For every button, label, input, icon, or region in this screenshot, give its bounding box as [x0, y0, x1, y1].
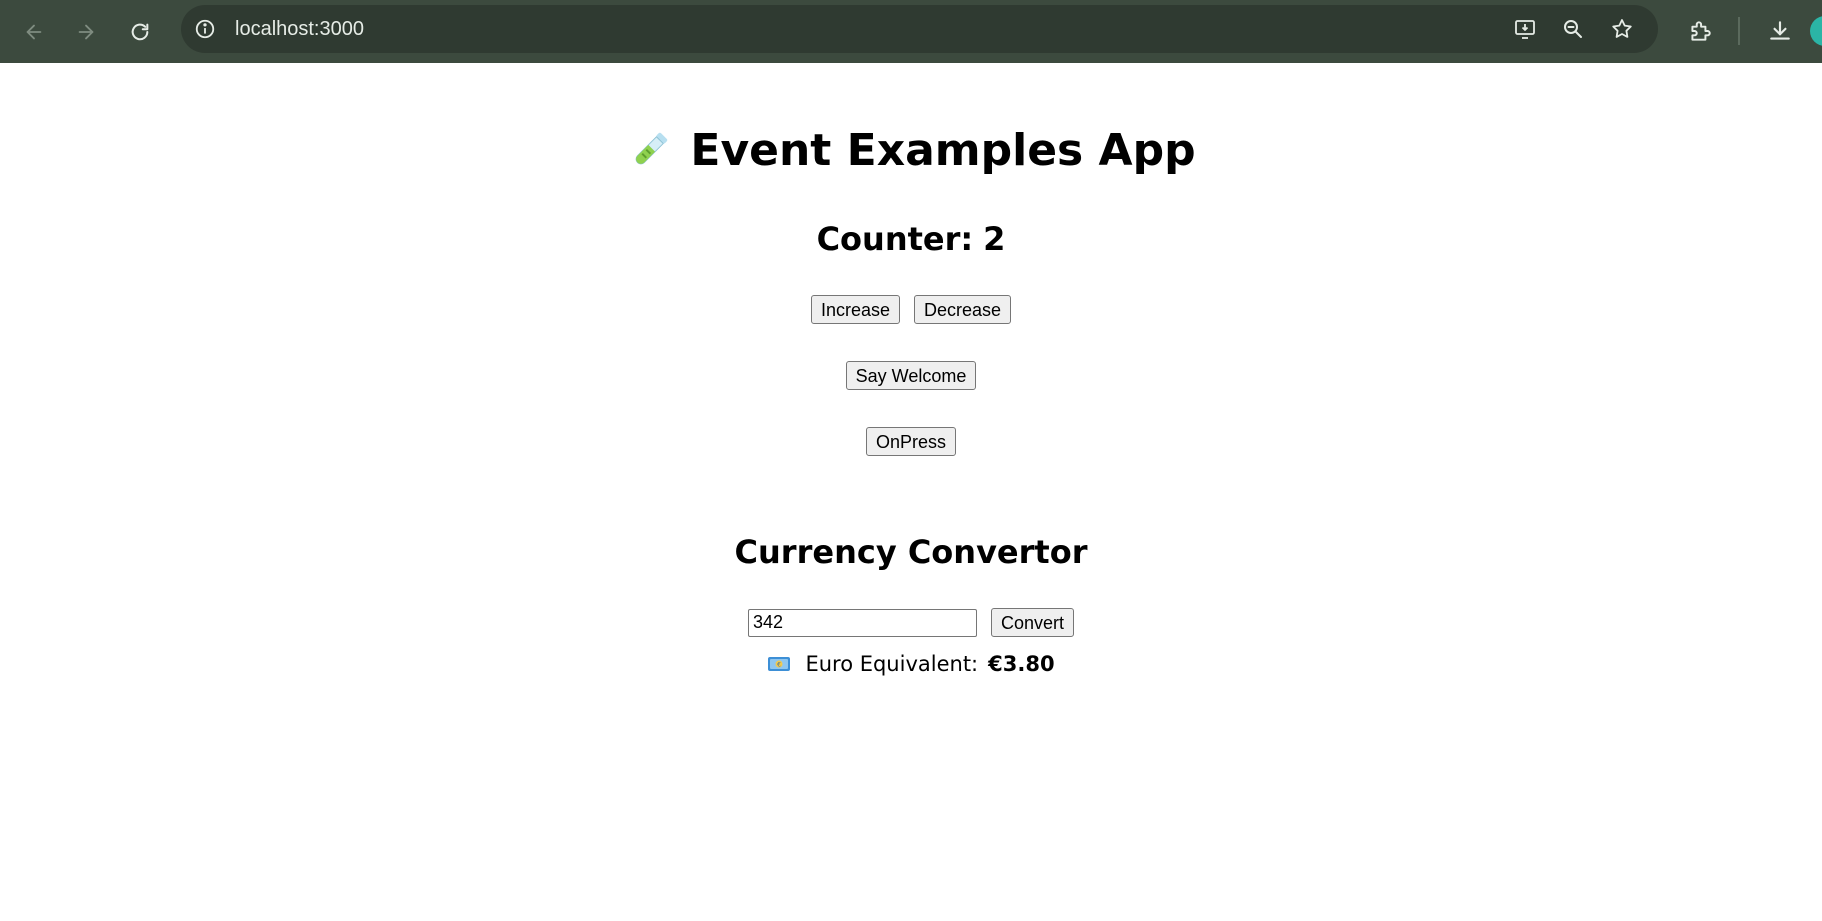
counter-label: Counter: — [816, 220, 974, 258]
euro-result-value: €3.80 — [988, 652, 1055, 676]
convert-button[interactable]: Convert — [990, 608, 1075, 637]
increase-button[interactable]: Increase — [810, 295, 900, 324]
extensions-icon[interactable] — [1683, 14, 1717, 48]
app-title-text: Event Examples App — [690, 125, 1196, 176]
welcome-row: Say Welcome — [0, 361, 1822, 390]
amount-input[interactable] — [747, 608, 977, 637]
euro-banknote-icon: € — [768, 657, 791, 671]
euro-result-label: Euro Equivalent: — [805, 652, 979, 676]
forward-button[interactable] — [66, 12, 106, 52]
address-bar[interactable]: localhost:3000 — [181, 5, 1658, 53]
install-app-icon[interactable] — [1511, 15, 1539, 43]
arrow-right-icon — [78, 24, 94, 40]
onpress-button[interactable]: OnPress — [865, 427, 957, 456]
euro-result: € Euro Equivalent: €3.80 — [0, 652, 1822, 676]
page-content: Event Examples App Counter: 2 Increase De… — [0, 63, 1822, 921]
convert-controls: Convert — [0, 608, 1822, 637]
test-tube-icon — [636, 132, 668, 164]
site-info-icon[interactable] — [193, 17, 217, 41]
svg-text:€: € — [778, 662, 782, 669]
download-icon[interactable] — [1763, 14, 1797, 48]
app-title: Event Examples App — [0, 125, 1822, 176]
reload-button[interactable] — [120, 12, 160, 52]
counter-value: 2 — [983, 220, 1006, 258]
url-text[interactable]: localhost:3000 — [235, 5, 364, 53]
bookmark-star-icon[interactable] — [1608, 15, 1636, 43]
reload-icon — [131, 23, 149, 41]
counter-controls: Increase Decrease — [0, 295, 1822, 324]
browser-toolbar: localhost:3000 — [0, 0, 1822, 63]
toolbar-divider — [1738, 17, 1740, 45]
onpress-row: OnPress — [0, 427, 1822, 456]
counter-heading: Counter: 2 — [0, 220, 1822, 258]
profile-avatar[interactable] — [1810, 16, 1822, 46]
say-welcome-button[interactable]: Say Welcome — [845, 361, 977, 390]
back-button[interactable] — [14, 12, 54, 52]
currency-heading: Currency Convertor — [734, 533, 1088, 571]
zoom-icon[interactable] — [1559, 15, 1587, 43]
arrow-left-icon — [26, 24, 42, 40]
decrease-button[interactable]: Decrease — [914, 295, 1012, 324]
